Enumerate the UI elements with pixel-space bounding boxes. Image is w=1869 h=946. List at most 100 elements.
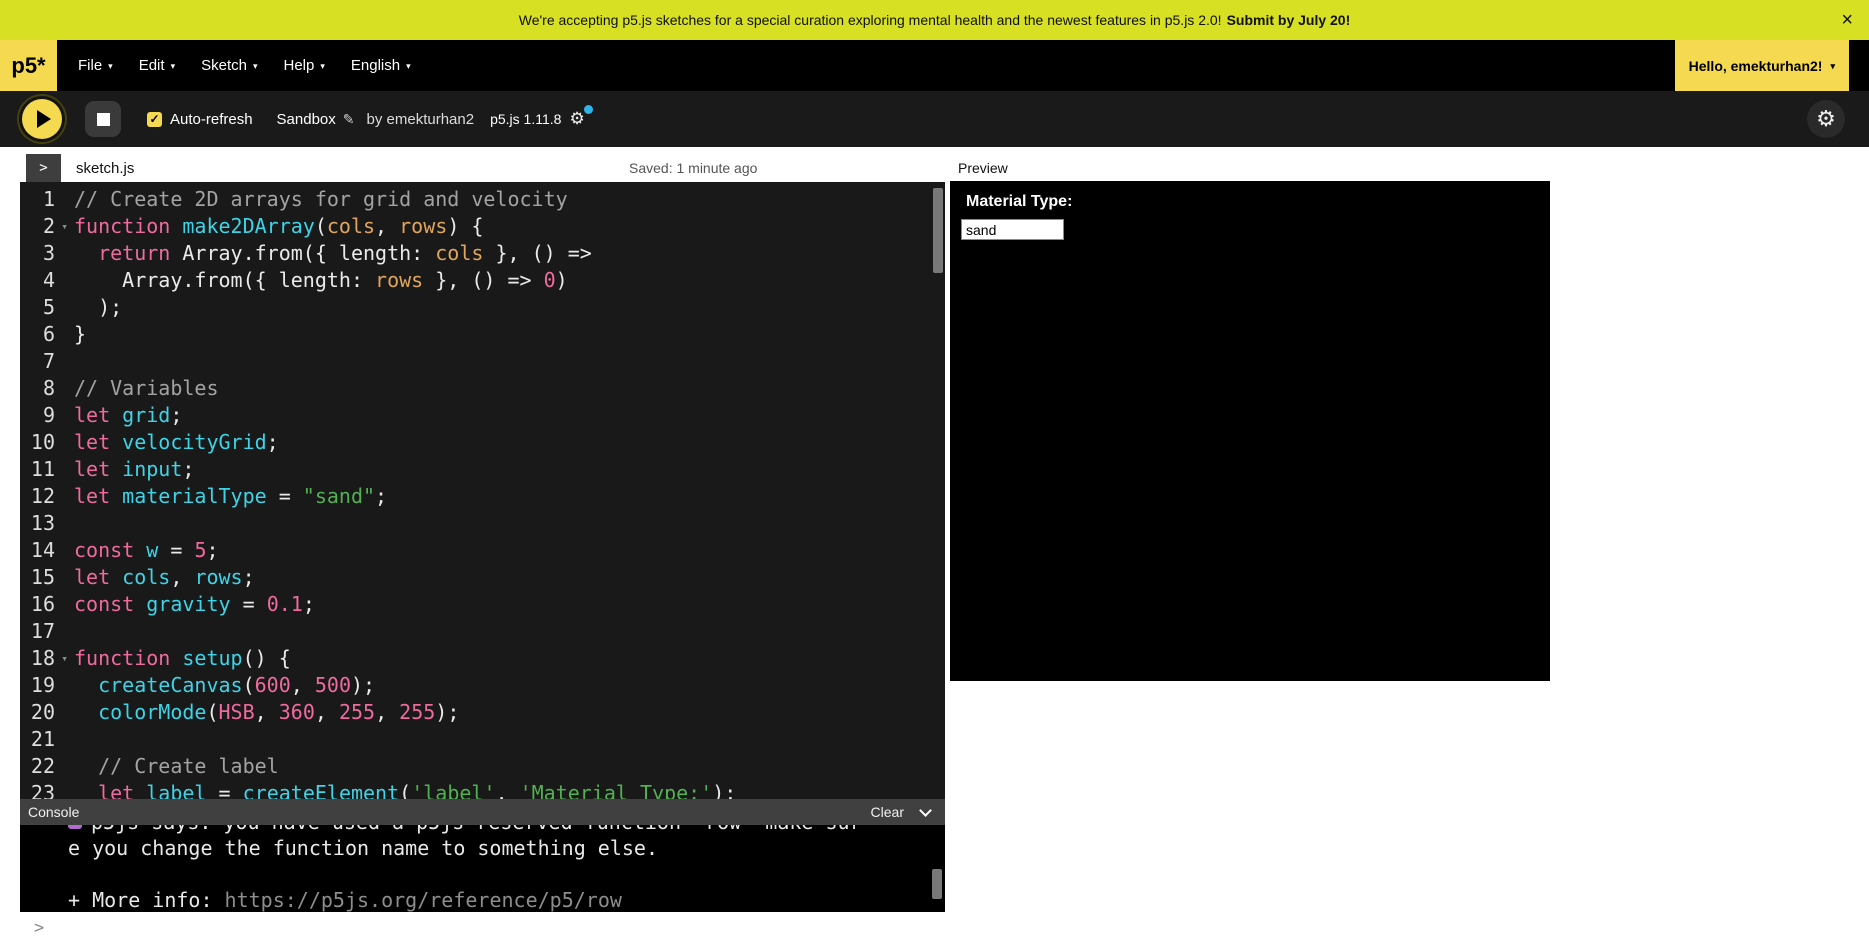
console-text: + More info: (68, 888, 225, 912)
code-line[interactable]: 8// Variables (20, 375, 945, 402)
menu-edit[interactable]: Edit▾ (126, 40, 188, 91)
gear-icon: ⚙ (569, 109, 584, 128)
chevron-right-icon: > (39, 160, 47, 176)
p5-version-label: p5.js 1.11.8 (490, 111, 561, 127)
close-icon[interactable]: × (1841, 10, 1853, 30)
sketch-author[interactable]: by emekturhan2 (367, 111, 475, 128)
chevron-down-icon: ▾ (253, 59, 258, 72)
line-number: 10 (20, 429, 55, 456)
code-line[interactable]: 21 (20, 726, 945, 753)
console-title: Console (28, 804, 79, 820)
code-line[interactable]: 5 ); (20, 294, 945, 321)
preview-canvas[interactable]: Material Type: (950, 181, 1550, 681)
version-settings-icon[interactable]: ⚙ (569, 109, 584, 129)
fold-gutter (55, 402, 74, 429)
line-number: 13 (20, 510, 55, 537)
stop-button[interactable] (85, 101, 121, 137)
console-line: p5js says: you have used a p5js reserved… (68, 825, 945, 835)
sidebar-collapse-button[interactable]: > (26, 154, 61, 182)
console-header: Console Clear (20, 799, 945, 825)
code-line[interactable]: 9let grid; (20, 402, 945, 429)
chevron-down-icon: ▾ (320, 59, 325, 72)
code-line[interactable]: 12let materialType = "sand"; (20, 483, 945, 510)
code-text: return Array.from({ length: cols }, () =… (74, 240, 945, 267)
user-greeting: Hello, emekturhan2! (1689, 58, 1823, 74)
line-number: 7 (20, 348, 55, 375)
code-line[interactable]: 23 let label = createElement('label', 'M… (20, 780, 945, 799)
play-button[interactable] (22, 99, 62, 139)
line-number: 4 (20, 267, 55, 294)
auto-refresh-checkbox[interactable]: ✓ (147, 112, 162, 127)
chevron-down-icon: ▾ (108, 59, 113, 72)
user-account-button[interactable]: Hello, emekturhan2! ▾ (1675, 40, 1849, 91)
code-line[interactable]: 17 (20, 618, 945, 645)
fold-arrow-icon[interactable]: ▾ (55, 213, 74, 240)
code-text: Array.from({ length: rows }, () => 0) (74, 267, 945, 294)
code-text: let input; (74, 456, 945, 483)
console-output: p5js says: you have used a p5js reserved… (20, 825, 945, 912)
code-text: let materialType = "sand"; (74, 483, 945, 510)
code-text: let grid; (74, 402, 945, 429)
code-line[interactable]: 6} (20, 321, 945, 348)
material-type-input[interactable] (961, 219, 1064, 240)
code-line[interactable]: 3 return Array.from({ length: cols }, ()… (20, 240, 945, 267)
console-scrollbar-thumb[interactable] (932, 869, 942, 899)
sketch-name[interactable]: Sandbox (277, 111, 336, 128)
code-line[interactable]: 22 // Create label (20, 753, 945, 780)
code-line[interactable]: 13 (20, 510, 945, 537)
console-clear-button[interactable]: Clear (871, 804, 904, 820)
banner-cta[interactable]: Submit by July 20! (1227, 12, 1351, 28)
menu-help[interactable]: Help▾ (270, 40, 337, 91)
line-number: 3 (20, 240, 55, 267)
console-line: e you change the function name to someth… (68, 835, 945, 861)
code-text: let label = createElement('label', 'Mate… (74, 780, 945, 799)
gear-icon: ⚙ (1816, 106, 1836, 132)
code-line[interactable]: 4 Array.from({ length: rows }, () => 0) (20, 267, 945, 294)
main-header: p5* File▾Edit▾Sketch▾Help▾English▾ Hello… (0, 40, 1869, 91)
menu-english[interactable]: English▾ (338, 40, 424, 91)
sketch-toolbar: ✓ Auto-refresh Sandbox ✎ by emekturhan2 … (0, 91, 1869, 147)
console-prompt-icon[interactable]: > (34, 918, 44, 938)
menu-label: File (78, 57, 102, 74)
menu-label: Edit (139, 57, 165, 74)
tab-sketch-js[interactable]: sketch.js (76, 154, 134, 182)
edit-name-icon[interactable]: ✎ (343, 111, 355, 128)
console-link[interactable]: https://p5js.org/reference/p5/row (225, 888, 622, 912)
code-line[interactable]: 20 colorMode(HSB, 360, 255, 255); (20, 699, 945, 726)
menu-file[interactable]: File ▾ (65, 40, 126, 91)
line-number: 18 (20, 645, 55, 672)
fold-gutter (55, 294, 74, 321)
line-number: 20 (20, 699, 55, 726)
console-text: e you change the function name to someth… (68, 836, 658, 860)
console-line (68, 861, 945, 887)
settings-button[interactable]: ⚙ (1807, 100, 1845, 138)
code-line[interactable]: 14const w = 5; (20, 537, 945, 564)
code-text: createCanvas(600, 500); (74, 672, 945, 699)
code-line[interactable]: 2▾function make2DArray(cols, rows) { (20, 213, 945, 240)
menu-label: Sketch (201, 57, 247, 74)
code-text: ); (74, 294, 945, 321)
editor-scrollbar-thumb[interactable] (933, 188, 943, 273)
auto-refresh-label: Auto-refresh (170, 111, 253, 128)
code-line[interactable]: 19 createCanvas(600, 500); (20, 672, 945, 699)
code-line[interactable]: 11let input; (20, 456, 945, 483)
fold-arrow-icon[interactable]: ▾ (55, 645, 74, 672)
code-line[interactable]: 1// Create 2D arrays for grid and veloci… (20, 186, 945, 213)
code-text (74, 510, 945, 537)
menu-sketch[interactable]: Sketch ▾ (188, 40, 270, 91)
code-line[interactable]: 7 (20, 348, 945, 375)
code-lines: 1// Create 2D arrays for grid and veloci… (20, 186, 945, 799)
line-number: 1 (20, 186, 55, 213)
code-line[interactable]: 10let velocityGrid; (20, 429, 945, 456)
code-line[interactable]: 15let cols, rows; (20, 564, 945, 591)
code-line[interactable]: 16const gravity = 0.1; (20, 591, 945, 618)
code-editor[interactable]: 1// Create 2D arrays for grid and veloci… (20, 182, 945, 799)
chevron-down-icon[interactable] (919, 804, 932, 817)
saved-status: Saved: 1 minute ago (629, 154, 757, 182)
p5-logo[interactable]: p5* (0, 40, 57, 91)
code-text: // Variables (74, 375, 945, 402)
fold-gutter (55, 240, 74, 267)
line-number: 17 (20, 618, 55, 645)
code-line[interactable]: 18▾function setup() { (20, 645, 945, 672)
chevron-down-icon: ▾ (406, 59, 411, 72)
